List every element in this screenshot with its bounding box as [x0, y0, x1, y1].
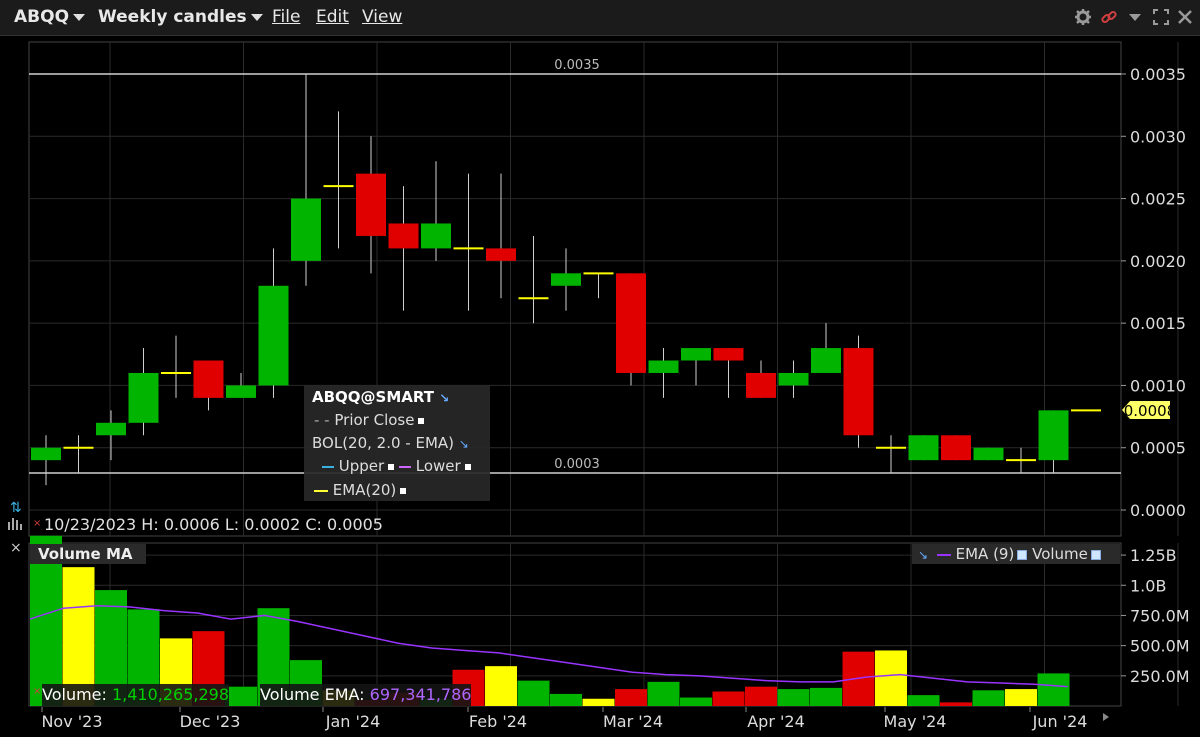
y-tick-label: 0.0000 [1130, 501, 1186, 520]
legend-title: ABQQ@SMART [312, 388, 434, 406]
volume-bar [1005, 689, 1037, 706]
volume-y-axis: 1.25B 1.0B 750.0M 500.0M 250.0M [1121, 546, 1190, 686]
close-pane-icon[interactable]: × [10, 540, 22, 556]
last-price-label: 0.0008 [1124, 402, 1177, 420]
volume-bar [550, 693, 582, 706]
price-volume-chart[interactable]: 0.0035 0.0003 0.00350.00300.00250.00200.… [0, 0, 1200, 737]
checkbox[interactable] [400, 487, 407, 494]
volume-bar [712, 691, 745, 706]
candle [616, 273, 646, 386]
volume-bar [517, 680, 550, 706]
legend-ema: EMA(20) [332, 481, 397, 499]
volume-bar [777, 689, 810, 706]
volume-value: 1,410,265,298 [111, 685, 230, 704]
price-y-axis: 0.0035 0.0030 0.0025 0.0020 0.0015 0.0010 0.00… [1121, 65, 1186, 520]
marker-icon: × [33, 518, 41, 529]
volume-bar [940, 702, 972, 706]
low-line-label: 0.0003 [554, 457, 600, 472]
checkbox[interactable] [1090, 549, 1101, 560]
x-tick-label: Jan '24 [325, 712, 381, 731]
volume-bar [680, 697, 712, 706]
volume-tick-label: 500.0M [1130, 637, 1190, 656]
ema-line-icon [314, 489, 328, 492]
volume-tick-label: 250.0M [1130, 667, 1190, 686]
volume-readout: Volume: 1,410,265,298 [42, 684, 230, 706]
volume-ema-readout: Volume EMA: 697,341,786 [260, 684, 472, 706]
x-tick-label: May '24 [884, 712, 947, 731]
y-tick-label: 0.0020 [1130, 252, 1186, 271]
candle [941, 435, 971, 461]
arrow-icon[interactable]: ↘ [918, 548, 928, 562]
x-tick-label: Nov '23 [41, 712, 102, 731]
ohlc-info: 10/23/2023 H: 0.0006 L: 0.0002 C: 0.0005 [44, 515, 383, 534]
legend-upper: Upper [338, 457, 385, 475]
x-tick-label: Mar '24 [603, 712, 663, 731]
y-tick-label: 0.0015 [1130, 314, 1186, 333]
legend-volume: Volume [1032, 545, 1088, 563]
volume-ema-value: 697,341,786 [369, 685, 472, 704]
volume-tick-label: 750.0M [1130, 606, 1190, 625]
arrow-icon[interactable]: ↘ [439, 391, 449, 405]
x-tick-label: Jun '24 [1032, 712, 1088, 731]
x-axis: Nov '23 Dec '23 Jan '24 Feb '24 Mar '24 Apr '… [0, 707, 1200, 737]
y-tick-label: 0.0010 [1130, 376, 1186, 395]
volume-legend: ↘ EMA (9) Volume [912, 544, 1120, 564]
volume-bar [810, 687, 842, 706]
legend-bol: BOL(20, 2.0 - EMA) [312, 434, 455, 452]
volume-bar [907, 695, 940, 706]
checkbox[interactable] [418, 417, 425, 424]
checkbox[interactable] [464, 463, 471, 470]
volume-bar [647, 681, 680, 706]
legend-lower: Lower [415, 457, 461, 475]
indicator-legend: ABQQ@SMART ↘ - - Prior Close BOL(20, 2.0… [304, 385, 490, 501]
candle [973, 447, 1004, 461]
legend-ema9: EMA (9) [955, 545, 1015, 563]
volume-pane-title: Volume MA [30, 544, 146, 564]
arrow-icon[interactable]: ↘ [459, 437, 469, 451]
upper-line-icon [322, 465, 334, 468]
volume-bar [1037, 673, 1070, 706]
lower-line-icon [398, 465, 411, 468]
volume-bar [485, 666, 517, 706]
volume-bar [745, 686, 777, 706]
volume-tick-label: 1.0B [1130, 576, 1166, 595]
volume-bar [225, 686, 257, 706]
ema-line-icon [936, 553, 951, 556]
legend-prior-close: Prior Close [334, 411, 415, 429]
volume-tick-label: 1.25B [1130, 546, 1177, 565]
volume-bar [582, 698, 615, 706]
high-line-label: 0.0035 [554, 58, 600, 73]
y-tick-label: 0.0035 [1130, 65, 1186, 84]
y-tick-label: 0.0030 [1130, 127, 1186, 146]
y-tick-label: 0.0005 [1130, 439, 1186, 458]
scroll-icon[interactable]: ⇅ [10, 500, 22, 516]
volume-bar [875, 650, 907, 706]
volume-bar [972, 690, 1005, 706]
checkbox[interactable] [1017, 549, 1028, 560]
x-tick-label: Dec '23 [180, 712, 241, 731]
dash-icon: - - [314, 411, 330, 429]
marker-icon: × [33, 686, 41, 697]
last-price-tag: 0.0008 [1122, 401, 1176, 420]
y-tick-label: 0.0025 [1130, 190, 1186, 209]
candle [843, 335, 874, 448]
x-tick-label: Apr '24 [747, 712, 805, 731]
volume-bar [615, 689, 647, 706]
x-tick-label: Feb '24 [469, 712, 527, 731]
candle [908, 435, 939, 461]
checkbox[interactable] [388, 463, 395, 470]
